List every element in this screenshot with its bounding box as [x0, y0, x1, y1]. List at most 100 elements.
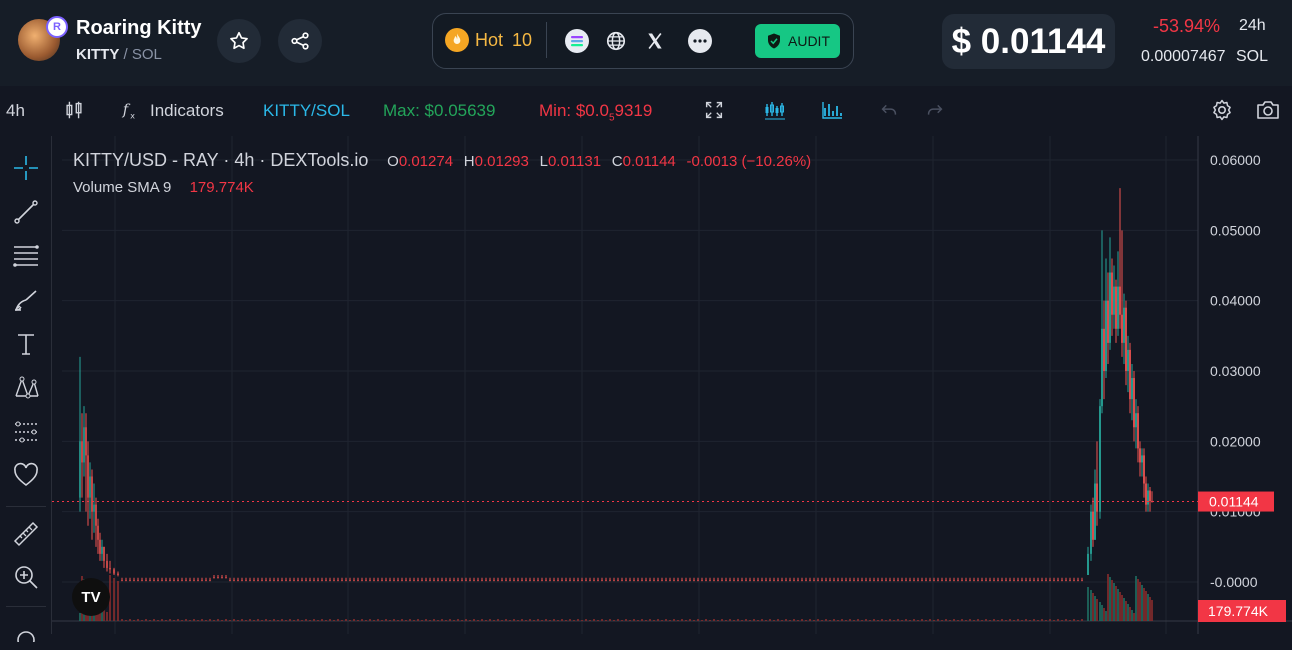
x-twitter-icon[interactable]	[642, 28, 668, 54]
volume-bar	[869, 620, 871, 621]
candle-body	[421, 579, 423, 581]
fullscreen-icon[interactable]	[701, 97, 727, 123]
candle-body	[249, 579, 251, 581]
volume-bar	[377, 619, 379, 621]
candle-body	[289, 579, 291, 581]
tradingview-logo[interactable]: TV	[72, 578, 110, 616]
candle-body	[497, 579, 499, 581]
candle-body	[217, 577, 219, 579]
volume-bar	[857, 619, 859, 621]
candle-body	[165, 579, 167, 581]
candle-body	[857, 579, 859, 581]
candle-body	[1045, 579, 1047, 581]
volume-bar	[1147, 594, 1149, 621]
volume-bar	[833, 619, 835, 621]
candle-body	[417, 579, 419, 581]
volume-bar	[1117, 589, 1119, 621]
favorite-button[interactable]	[217, 19, 261, 63]
volume-bar	[233, 619, 235, 621]
price-chart[interactable]: 0.060000.050000.040000.030000.020000.010…	[52, 136, 1292, 634]
volume-bar	[493, 620, 495, 621]
function-icon[interactable]: fx	[118, 97, 144, 123]
volume-bar	[1113, 583, 1115, 621]
heart-icon[interactable]	[10, 459, 42, 491]
volume-bar	[621, 620, 623, 621]
candle-body	[837, 579, 839, 581]
volume-bar	[217, 619, 219, 621]
toolbar-divider	[6, 506, 46, 507]
candle-body	[1119, 286, 1121, 315]
volume-bar	[681, 619, 683, 621]
trend-line-icon[interactable]	[10, 196, 42, 228]
candle-body	[1117, 286, 1119, 329]
settings-gear-icon[interactable]	[1209, 97, 1235, 123]
camera-icon[interactable]	[1255, 97, 1281, 123]
candles-icon[interactable]	[61, 97, 87, 123]
candle-body	[645, 579, 647, 581]
candle-body	[169, 579, 171, 581]
volume-bar	[285, 620, 287, 621]
website-icon[interactable]	[603, 28, 629, 54]
volume-bar	[817, 619, 819, 621]
pair-toggle[interactable]: KITTY/SOL	[263, 101, 350, 121]
volume-bar	[693, 620, 695, 621]
volume-bar	[809, 619, 811, 621]
volume-bar	[1005, 620, 1007, 621]
candle-body	[213, 577, 215, 579]
magnet-icon[interactable]	[10, 618, 42, 650]
ruler-icon[interactable]	[10, 518, 42, 550]
candle-body	[1111, 272, 1113, 315]
volume-bar	[1107, 574, 1109, 621]
volume-bar	[421, 620, 423, 621]
volume-bar	[585, 619, 587, 621]
token-pair: KITTY / SOL	[76, 46, 162, 63]
candle-chart-icon[interactable]	[762, 97, 788, 123]
fib-lines-icon[interactable]	[10, 240, 42, 272]
candle-body	[281, 579, 283, 581]
candle-body	[661, 579, 663, 581]
bar-chart-icon[interactable]	[819, 97, 845, 123]
audit-button[interactable]: AUDIT	[755, 24, 840, 58]
pattern-tool-icon[interactable]	[10, 372, 42, 404]
candle-body	[93, 504, 95, 512]
candle-body	[517, 579, 519, 581]
text-tool-icon[interactable]	[10, 328, 42, 360]
candle-body	[149, 579, 151, 581]
volume-bar	[961, 619, 963, 621]
candle-body	[1145, 483, 1147, 505]
volume-bar	[449, 619, 451, 621]
zoom-in-icon[interactable]	[10, 561, 42, 593]
candle-body	[413, 579, 415, 581]
crosshair-icon[interactable]	[10, 152, 42, 184]
undo-icon[interactable]	[876, 97, 902, 123]
candle-body	[677, 579, 679, 581]
volume-bar	[309, 620, 311, 621]
volume-bar	[897, 619, 899, 621]
candle-body	[389, 579, 391, 581]
candle-body	[905, 579, 907, 581]
volume-bar	[505, 619, 507, 621]
prediction-tool-icon[interactable]	[10, 416, 42, 448]
candle-body	[553, 579, 555, 581]
volume-bar	[1141, 585, 1143, 621]
volume-legend: Volume SMA 9 179.774K	[73, 179, 254, 196]
candle-body	[697, 579, 699, 581]
candle-body	[541, 579, 543, 581]
indicators-button[interactable]: Indicators	[150, 101, 224, 121]
candle-body	[97, 525, 99, 540]
volume-bar	[1009, 619, 1011, 621]
brush-icon[interactable]	[10, 284, 42, 316]
volume-bar	[269, 620, 271, 621]
redo-icon[interactable]	[922, 97, 948, 123]
candle-body	[945, 579, 947, 581]
candle-body	[681, 579, 683, 581]
share-button[interactable]	[278, 19, 322, 63]
hot-rank[interactable]: Hot 10	[475, 30, 532, 51]
more-links-icon[interactable]	[687, 28, 713, 54]
candle-body	[601, 579, 603, 581]
solana-icon[interactable]	[565, 29, 589, 53]
candle-body	[245, 579, 247, 581]
volume-bar	[689, 619, 691, 621]
timeframe-selector[interactable]: 4h	[6, 101, 25, 121]
volume-bar	[237, 620, 239, 621]
